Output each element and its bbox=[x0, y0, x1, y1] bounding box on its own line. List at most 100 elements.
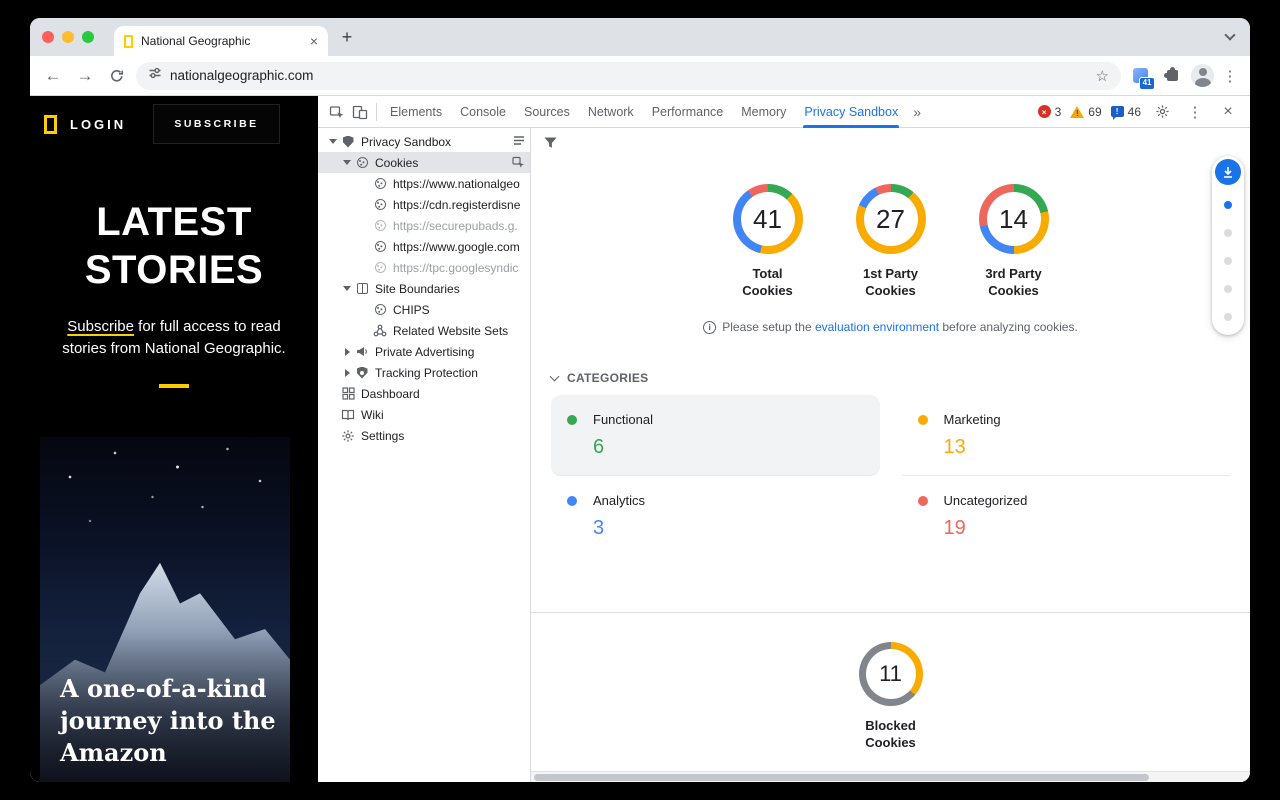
download-button[interactable] bbox=[1215, 159, 1241, 185]
new-tab-button[interactable]: + bbox=[334, 24, 360, 50]
evaluation-environment-link[interactable]: evaluation environment bbox=[815, 320, 939, 334]
related-website-sets-icon bbox=[372, 324, 388, 337]
subscribe-link[interactable]: Subscribe bbox=[67, 318, 134, 335]
dashboard-icon bbox=[340, 387, 356, 400]
wiki-book-icon bbox=[340, 409, 356, 421]
login-button[interactable]: LOGIN bbox=[70, 117, 126, 132]
extensions-puzzle-icon[interactable] bbox=[1159, 63, 1185, 89]
privacy-extension-icon[interactable]: 41 bbox=[1127, 64, 1153, 88]
site-header: LOGIN SUBSCRIBE bbox=[30, 96, 318, 152]
category-card-uncategorized[interactable]: Uncategorized 19 bbox=[902, 476, 1231, 557]
uncategorized-count: 19 bbox=[944, 517, 1231, 540]
devtools-settings-icon[interactable] bbox=[1150, 100, 1174, 124]
browser-menu-icon[interactable]: ⋮ bbox=[1220, 67, 1240, 85]
warning-count[interactable]: 69 bbox=[1070, 105, 1101, 119]
section-dot[interactable] bbox=[1224, 313, 1232, 321]
tab-privacy-sandbox[interactable]: Privacy Sandbox bbox=[795, 96, 907, 128]
extension-badge: 41 bbox=[1139, 77, 1155, 90]
subscribe-button[interactable]: SUBSCRIBE bbox=[153, 104, 280, 144]
profile-avatar[interactable] bbox=[1191, 64, 1214, 87]
tab-console[interactable]: Console bbox=[451, 96, 515, 128]
analytics-color-dot bbox=[567, 496, 577, 506]
chevron-collapsed-icon[interactable] bbox=[340, 348, 354, 356]
tree-item-cookies[interactable]: Cookies bbox=[318, 152, 530, 173]
tree-item-related-website-sets[interactable]: Related Website Sets bbox=[318, 320, 530, 341]
blocked-cookies-donut: 11 bbox=[859, 642, 923, 706]
back-button[interactable]: ← bbox=[40, 63, 66, 89]
tree-item-private-advertising[interactable]: Private Advertising bbox=[318, 341, 530, 362]
minimize-window-button[interactable] bbox=[62, 31, 74, 43]
tab-search-chevron-icon[interactable] bbox=[1226, 31, 1234, 39]
address-bar[interactable]: nationalgeographic.com ☆ bbox=[136, 62, 1121, 90]
tab-performance[interactable]: Performance bbox=[643, 96, 733, 128]
cookie-icon bbox=[372, 304, 388, 315]
tree-item-site-boundaries[interactable]: Site Boundaries bbox=[318, 278, 530, 299]
maximize-window-button[interactable] bbox=[82, 31, 94, 43]
settings-gear-icon bbox=[340, 429, 356, 443]
sidebar-menu-icon[interactable] bbox=[513, 135, 525, 149]
categories-header[interactable]: CATEGORIES bbox=[551, 371, 1250, 385]
total-cookies-label: Total Cookies bbox=[726, 265, 810, 299]
chevron-expanded-icon[interactable] bbox=[340, 286, 354, 291]
inspect-element-icon[interactable] bbox=[324, 100, 348, 124]
cookie-icon bbox=[372, 262, 388, 273]
hero-story-card[interactable]: A one-of-a-kind journey into the Amazon bbox=[40, 437, 290, 782]
inspect-cookies-icon[interactable] bbox=[512, 156, 525, 172]
horizontal-scrollbar[interactable] bbox=[531, 771, 1250, 782]
tree-item-dashboard[interactable]: Dashboard bbox=[318, 383, 530, 404]
site-settings-icon[interactable] bbox=[148, 66, 162, 85]
device-toolbar-icon[interactable] bbox=[348, 100, 372, 124]
setup-note: i Please setup the evaluation environmen… bbox=[531, 320, 1250, 334]
tree-item-privacy-sandbox[interactable]: Privacy Sandbox bbox=[318, 131, 530, 152]
tree-item-cookie-origin-2[interactable]: https://cdn.registerdisne bbox=[318, 194, 530, 215]
section-dot[interactable] bbox=[1224, 257, 1232, 265]
section-dot[interactable] bbox=[1224, 285, 1232, 293]
bookmark-star-icon[interactable]: ☆ bbox=[1096, 67, 1109, 85]
tree-item-cookie-origin-4[interactable]: https://www.google.com bbox=[318, 236, 530, 257]
natgeo-site: LOGIN SUBSCRIBE LATEST STORIES Subscribe… bbox=[30, 96, 318, 782]
tab-memory[interactable]: Memory bbox=[732, 96, 795, 128]
privacy-sandbox-icon bbox=[340, 136, 356, 148]
tree-item-wiki[interactable]: Wiki bbox=[318, 404, 530, 425]
devtools-menu-icon[interactable]: ⋮ bbox=[1183, 100, 1207, 124]
more-tabs-icon[interactable]: » bbox=[907, 104, 927, 120]
devtools-body: Privacy Sandbox Cookies https://www.nati… bbox=[318, 128, 1250, 782]
setup-note-text: Please setup the evaluation environment … bbox=[722, 320, 1078, 334]
category-card-marketing[interactable]: Marketing 13 bbox=[902, 395, 1231, 476]
reload-button[interactable] bbox=[104, 63, 130, 89]
tab-elements[interactable]: Elements bbox=[381, 96, 451, 128]
url-text[interactable]: nationalgeographic.com bbox=[170, 68, 1088, 83]
tree-item-cookie-origin-1[interactable]: https://www.nationalgeo bbox=[318, 173, 530, 194]
error-count[interactable]: × 3 bbox=[1038, 105, 1062, 119]
third-party-cookies-block: 14 3rd Party Cookies bbox=[972, 184, 1056, 299]
latest-stories-heading: LATEST STORIES bbox=[30, 198, 318, 294]
devtools-panel: Elements Console Sources Network Perform… bbox=[318, 96, 1250, 782]
natgeo-logo-icon[interactable] bbox=[44, 115, 57, 134]
section-dot[interactable] bbox=[1224, 229, 1232, 237]
browser-window: National Geographic × + ← → nationalgeog… bbox=[30, 18, 1250, 782]
browser-tab[interactable]: National Geographic × bbox=[114, 26, 328, 56]
forward-button[interactable]: → bbox=[72, 63, 98, 89]
first-party-cookies-value: 27 bbox=[856, 184, 926, 254]
cookie-icon bbox=[372, 199, 388, 210]
tab-sources[interactable]: Sources bbox=[515, 96, 579, 128]
tree-item-chips[interactable]: CHIPS bbox=[318, 299, 530, 320]
close-window-button[interactable] bbox=[42, 31, 54, 43]
categories-grid: Functional 6 Marketing 13 bbox=[551, 395, 1230, 557]
category-card-analytics[interactable]: Analytics 3 bbox=[551, 476, 880, 557]
chevron-expanded-icon[interactable] bbox=[340, 160, 354, 165]
chevron-expanded-icon[interactable] bbox=[326, 139, 340, 144]
scrollbar-thumb[interactable] bbox=[534, 774, 1149, 781]
tree-item-cookie-origin-3[interactable]: https://securepubads.g. bbox=[318, 215, 530, 236]
tab-network[interactable]: Network bbox=[579, 96, 643, 128]
section-dot-active[interactable] bbox=[1224, 201, 1232, 209]
tree-item-settings[interactable]: Settings bbox=[318, 425, 530, 446]
tab-close-icon[interactable]: × bbox=[310, 34, 318, 48]
first-party-cookies-block: 27 1st Party Cookies bbox=[849, 184, 933, 299]
chevron-collapsed-icon[interactable] bbox=[340, 369, 354, 377]
tree-item-cookie-origin-5[interactable]: https://tpc.googlesyndic bbox=[318, 257, 530, 278]
issues-count[interactable]: ! 46 bbox=[1111, 105, 1141, 119]
devtools-close-icon[interactable]: × bbox=[1216, 100, 1240, 124]
category-card-functional[interactable]: Functional 6 bbox=[551, 395, 880, 476]
tree-item-tracking-protection[interactable]: Tracking Protection bbox=[318, 362, 530, 383]
